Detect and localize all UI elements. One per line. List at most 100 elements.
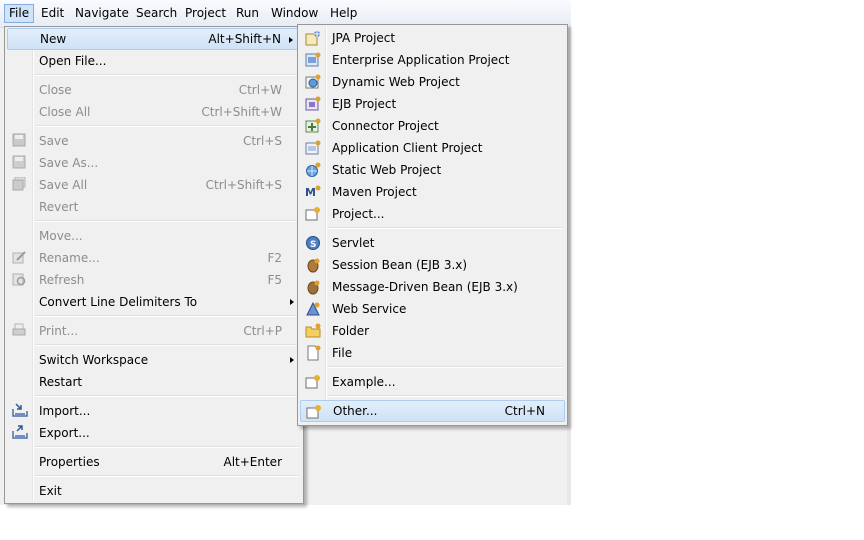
- menu-item-rename[interactable]: Rename... F2: [7, 247, 301, 269]
- menu-item-open-file[interactable]: Open File...: [7, 50, 301, 72]
- other-wizard-icon: [306, 404, 322, 420]
- message-driven-bean-icon: [305, 279, 321, 295]
- new-other[interactable]: Other... Ctrl+N: [300, 400, 565, 422]
- new-maven-project[interactable]: M Maven Project: [300, 181, 565, 203]
- menu-help[interactable]: Help: [325, 5, 362, 22]
- new-connector-project[interactable]: Connector Project: [300, 115, 565, 137]
- servlet-icon: S: [305, 235, 321, 251]
- menu-item-close[interactable]: Close Ctrl+W: [7, 79, 301, 101]
- new-message-driven-bean[interactable]: Message-Driven Bean (EJB 3.x): [300, 276, 565, 298]
- menu-item-convert-line-delimiters[interactable]: Convert Line Delimiters To: [7, 291, 301, 313]
- svg-text:M: M: [305, 186, 316, 199]
- new-servlet[interactable]: S Servlet: [300, 232, 565, 254]
- menu-item-label: Save As...: [39, 156, 99, 170]
- menu-item-save-all[interactable]: Save All Ctrl+Shift+S: [7, 174, 301, 196]
- menu-item-label: Close: [39, 83, 72, 97]
- menu-item-label: Move...: [39, 229, 83, 243]
- connector-project-icon: [305, 118, 321, 134]
- maven-project-icon: M: [305, 184, 321, 200]
- menu-run[interactable]: Run: [231, 5, 264, 22]
- menu-item-shortcut: F2: [267, 251, 282, 265]
- menu-separator: [35, 395, 299, 397]
- menu-item-exit[interactable]: Exit: [7, 480, 301, 502]
- menu-item-new[interactable]: New Alt+Shift+N: [7, 28, 301, 50]
- import-icon: [12, 403, 28, 419]
- new-jpa-project[interactable]: JPA Project: [300, 27, 565, 49]
- print-icon: [12, 323, 28, 339]
- menu-window[interactable]: Window: [266, 5, 323, 22]
- menu-item-label: Revert: [39, 200, 79, 214]
- file-icon: [305, 345, 321, 361]
- new-application-client-project[interactable]: Application Client Project: [300, 137, 565, 159]
- menu-search[interactable]: Search: [131, 5, 182, 22]
- menu-item-label: Dynamic Web Project: [332, 75, 460, 89]
- menu-item-label: Open File...: [39, 54, 107, 68]
- menu-item-label: Enterprise Application Project: [332, 53, 510, 67]
- new-ejb-project[interactable]: EJB Project: [300, 93, 565, 115]
- menu-separator: [35, 315, 299, 317]
- menu-item-label: Rename...: [39, 251, 100, 265]
- menu-item-refresh[interactable]: Refresh F5: [7, 269, 301, 291]
- menu-separator: [35, 446, 299, 448]
- menu-item-shortcut: F5: [267, 273, 282, 287]
- menu-item-label: Save: [39, 134, 69, 148]
- menu-item-label: Application Client Project: [332, 141, 483, 155]
- menu-project[interactable]: Project: [180, 5, 231, 22]
- menu-item-label: New: [40, 32, 67, 46]
- web-service-icon: [305, 301, 321, 317]
- menu-item-export[interactable]: Export...: [7, 422, 301, 444]
- save-all-icon: [12, 177, 28, 193]
- new-session-bean[interactable]: Session Bean (EJB 3.x): [300, 254, 565, 276]
- menu-item-move[interactable]: Move...: [7, 225, 301, 247]
- menu-item-shortcut: Ctrl+Shift+W: [201, 105, 282, 119]
- menu-item-label: Other...: [333, 404, 378, 418]
- menu-item-label: JPA Project: [332, 31, 396, 45]
- example-icon: [305, 374, 321, 390]
- menu-item-label: File: [332, 346, 353, 360]
- menu-separator: [35, 220, 299, 222]
- menu-item-label: Connector Project: [332, 119, 439, 133]
- file-menu: New Alt+Shift+N Open File... Close Ctrl+…: [4, 26, 304, 504]
- menu-item-shortcut: Ctrl+N: [504, 404, 545, 418]
- new-project[interactable]: Project...: [300, 203, 565, 225]
- menu-item-label: Session Bean (EJB 3.x): [332, 258, 468, 272]
- menu-item-label: Switch Workspace: [39, 353, 149, 367]
- menu-item-save-as[interactable]: Save As...: [7, 152, 301, 174]
- menu-file[interactable]: File: [4, 4, 35, 23]
- new-dynamic-web-project[interactable]: Dynamic Web Project: [300, 71, 565, 93]
- new-example[interactable]: Example...: [300, 371, 565, 393]
- new-web-service[interactable]: Web Service: [300, 298, 565, 320]
- menu-edit[interactable]: Edit: [36, 5, 69, 22]
- menu-item-print[interactable]: Print... Ctrl+P: [7, 320, 301, 342]
- menu-item-label: Properties: [39, 455, 100, 469]
- menu-item-label: Save All: [39, 178, 88, 192]
- menu-item-label: Static Web Project: [332, 163, 442, 177]
- menu-separator: [328, 395, 563, 397]
- menu-item-label: Print...: [39, 324, 79, 338]
- static-web-project-icon: [305, 162, 321, 178]
- menu-item-close-all[interactable]: Close All Ctrl+Shift+W: [7, 101, 301, 123]
- menu-item-properties[interactable]: Properties Alt+Enter: [7, 451, 301, 473]
- menu-item-save[interactable]: Save Ctrl+S: [7, 130, 301, 152]
- enterprise-application-icon: [305, 52, 321, 68]
- menu-item-label: Example...: [332, 375, 396, 389]
- rename-icon: [12, 250, 28, 266]
- menu-item-restart[interactable]: Restart: [7, 371, 301, 393]
- folder-icon: [305, 323, 321, 339]
- svg-text:S: S: [310, 240, 316, 250]
- menu-item-shortcut: Alt+Enter: [223, 455, 282, 469]
- menu-item-shortcut: Ctrl+P: [243, 324, 282, 338]
- new-enterprise-application-project[interactable]: Enterprise Application Project: [300, 49, 565, 71]
- menu-item-label: Web Service: [332, 302, 407, 316]
- menu-item-import[interactable]: Import...: [7, 400, 301, 422]
- menu-item-label: Exit: [39, 484, 62, 498]
- menu-item-label: EJB Project: [332, 97, 397, 111]
- menu-item-revert[interactable]: Revert: [7, 196, 301, 218]
- menu-navigate[interactable]: Navigate: [70, 5, 134, 22]
- jpa-project-icon: [305, 30, 321, 46]
- new-static-web-project[interactable]: Static Web Project: [300, 159, 565, 181]
- new-file[interactable]: File: [300, 342, 565, 364]
- new-folder[interactable]: Folder: [300, 320, 565, 342]
- menu-item-switch-workspace[interactable]: Switch Workspace: [7, 349, 301, 371]
- menu-item-shortcut: Ctrl+Shift+S: [205, 178, 282, 192]
